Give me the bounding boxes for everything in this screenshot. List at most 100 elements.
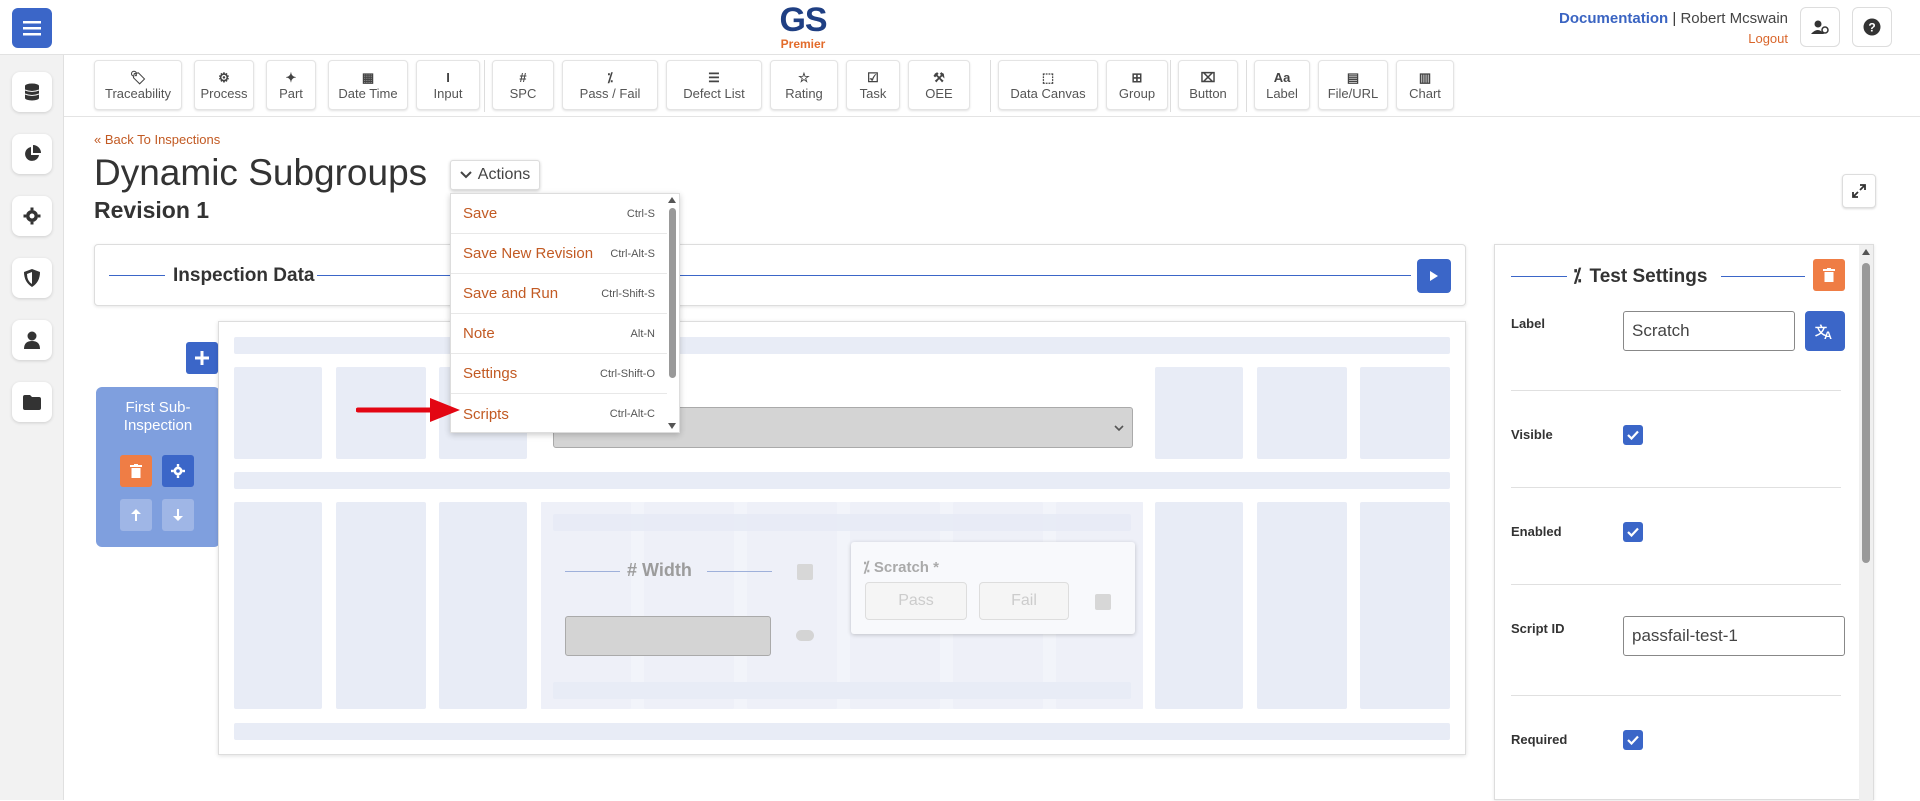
database-nav-button[interactable] bbox=[12, 72, 52, 112]
fail-button[interactable]: Fail bbox=[979, 582, 1069, 620]
toolbar-button-button[interactable]: ⌧ Button bbox=[1178, 60, 1238, 110]
logout-link[interactable]: Logout bbox=[1559, 31, 1788, 46]
back-link[interactable]: « Back To Inspections bbox=[94, 132, 220, 147]
toolbar-chart-button[interactable]: ▥ Chart bbox=[1396, 60, 1454, 110]
users-nav-button[interactable] bbox=[12, 320, 52, 360]
add-sub-inspection-button[interactable] bbox=[186, 342, 218, 374]
back-link-label: Back To Inspections bbox=[104, 132, 221, 147]
layout-placeholder bbox=[553, 682, 1131, 699]
toolbar-oee-button[interactable]: ⚒ OEE bbox=[908, 60, 970, 110]
menu-item-note[interactable]: Note Alt-N bbox=[451, 314, 667, 354]
layout-placeholder bbox=[336, 502, 426, 709]
toolbar-date-time-button[interactable]: ▦ Date Time bbox=[328, 60, 408, 110]
actions-button-label: Actions bbox=[477, 166, 531, 183]
toolbar-rating-button[interactable]: ☆ Rating bbox=[770, 60, 838, 110]
move-up-button[interactable] bbox=[120, 499, 152, 531]
menu-scrollbar[interactable] bbox=[669, 208, 676, 378]
check-icon bbox=[1627, 735, 1639, 745]
panel-scrollbar[interactable] bbox=[1859, 245, 1873, 801]
toolbar-process-button[interactable]: ⚙ Process bbox=[194, 60, 254, 110]
documentation-link[interactable]: Documentation bbox=[1559, 10, 1668, 27]
arrow-down-icon bbox=[173, 509, 183, 521]
left-sidebar bbox=[0, 55, 64, 800]
visible-label: Visible bbox=[1511, 427, 1553, 442]
toolbar-defect-list-button[interactable]: ☰ Defect List bbox=[666, 60, 762, 110]
sub-inspection-card[interactable]: First Sub-Inspection bbox=[96, 387, 220, 547]
toolbar-task-button[interactable]: ☑ Task bbox=[846, 60, 900, 110]
user-name: Robert Mcswain bbox=[1680, 10, 1788, 27]
shield-icon bbox=[24, 269, 40, 287]
scratch-test-card[interactable]: ⁒ Scratch * Pass Fail bbox=[851, 542, 1135, 634]
toolbar-part-button[interactable]: ✦ Part bbox=[266, 60, 316, 110]
layout-placeholder bbox=[234, 472, 1450, 489]
menu-item-label: Save bbox=[463, 205, 498, 222]
scroll-down-icon[interactable] bbox=[668, 423, 676, 429]
toolbar-group-button[interactable]: ⊞ Group bbox=[1106, 60, 1168, 110]
divider bbox=[1511, 584, 1841, 585]
move-down-button[interactable] bbox=[162, 499, 194, 531]
visible-checkbox[interactable] bbox=[1623, 425, 1643, 445]
enabled-label: Enabled bbox=[1511, 524, 1562, 539]
scroll-up-icon[interactable] bbox=[1862, 249, 1870, 255]
toolbar-input-button[interactable]: I Input bbox=[416, 60, 480, 110]
toggle-icon[interactable] bbox=[796, 630, 814, 641]
required-checkbox[interactable] bbox=[1623, 730, 1643, 750]
script-id-input[interactable]: passfail-test-1 bbox=[1623, 616, 1845, 656]
reports-nav-button[interactable] bbox=[12, 134, 52, 174]
label-icon: Aa bbox=[1273, 69, 1291, 85]
menu-item-scripts[interactable]: Scripts Ctrl-Alt-C bbox=[451, 394, 667, 434]
menu-item-save-new-revision[interactable]: Save New Revision Ctrl-Alt-S bbox=[451, 234, 667, 274]
revision-label: Revision 1 bbox=[94, 197, 210, 223]
toolbar-button-label: Label bbox=[1266, 85, 1298, 101]
inspection-canvas: # Width ⁒ Scratch * Pass Fail bbox=[218, 321, 1466, 755]
separator: | bbox=[1672, 10, 1677, 27]
run-button[interactable] bbox=[1417, 259, 1451, 293]
hamburger-menu-button[interactable] bbox=[12, 8, 52, 48]
toolbar-pass-fail-button[interactable]: ⁒ Pass / Fail bbox=[562, 60, 658, 110]
menu-item-settings[interactable]: Settings Ctrl-Shift-O bbox=[451, 354, 667, 394]
security-nav-button[interactable] bbox=[12, 258, 52, 298]
database-icon bbox=[24, 83, 40, 101]
sub-inspection-settings-button[interactable] bbox=[162, 455, 194, 487]
menu-item-shortcut: Alt-N bbox=[630, 327, 655, 340]
user-settings-button[interactable] bbox=[1800, 7, 1840, 47]
note-icon[interactable] bbox=[797, 564, 813, 580]
toolbar-button-label: OEE bbox=[925, 85, 953, 101]
arrow-up-icon bbox=[131, 509, 141, 521]
pass-button[interactable]: Pass bbox=[865, 582, 967, 620]
toolbar-data-canvas-button[interactable]: ⬚ Data Canvas bbox=[998, 60, 1098, 110]
scrollbar-thumb[interactable] bbox=[1862, 263, 1870, 563]
actions-button[interactable]: Actions bbox=[450, 160, 540, 190]
delete-test-button[interactable] bbox=[1813, 259, 1845, 291]
cursor-icon: I bbox=[446, 69, 450, 85]
toolbar-button-label: Input bbox=[433, 85, 463, 101]
help-button[interactable]: ? bbox=[1852, 7, 1892, 47]
gear-icon bbox=[171, 464, 185, 478]
delete-sub-inspection-button[interactable] bbox=[120, 455, 152, 487]
menu-item-label: Settings bbox=[463, 365, 518, 382]
expand-button[interactable] bbox=[1842, 174, 1876, 208]
red-arrow-annotation bbox=[356, 398, 460, 422]
toolbar-spc-button[interactable]: # SPC bbox=[492, 60, 554, 110]
toolbar-label-button[interactable]: Aa Label bbox=[1254, 60, 1310, 110]
trash-icon bbox=[130, 464, 142, 478]
menu-item-save[interactable]: Save Ctrl-S bbox=[451, 194, 667, 234]
label-input[interactable]: Scratch bbox=[1623, 311, 1795, 351]
enabled-checkbox[interactable] bbox=[1623, 522, 1643, 542]
width-input[interactable] bbox=[565, 616, 771, 656]
divider bbox=[707, 571, 772, 572]
menu-item-shortcut: Ctrl-Alt-C bbox=[609, 408, 655, 420]
note-icon[interactable] bbox=[1095, 594, 1111, 610]
inspection-data-title: Inspection Data bbox=[173, 265, 315, 286]
translate-button[interactable]: 文A bbox=[1805, 311, 1845, 351]
menu-item-save-and-run[interactable]: Save and Run Ctrl-Shift-S bbox=[451, 274, 667, 314]
scroll-up-icon[interactable] bbox=[668, 197, 676, 203]
calendar-icon: ▦ bbox=[361, 69, 375, 85]
files-nav-button[interactable] bbox=[12, 382, 52, 422]
layout-placeholder bbox=[541, 502, 631, 709]
settings-nav-button[interactable] bbox=[12, 196, 52, 236]
question-circle-icon: ? bbox=[1863, 18, 1881, 36]
toolbar-traceability-button[interactable]: 🏷 Traceability bbox=[94, 60, 182, 110]
toolbar-button-label: Task bbox=[859, 85, 887, 101]
toolbar-file-url-button[interactable]: ▤ File/URL bbox=[1318, 60, 1388, 110]
